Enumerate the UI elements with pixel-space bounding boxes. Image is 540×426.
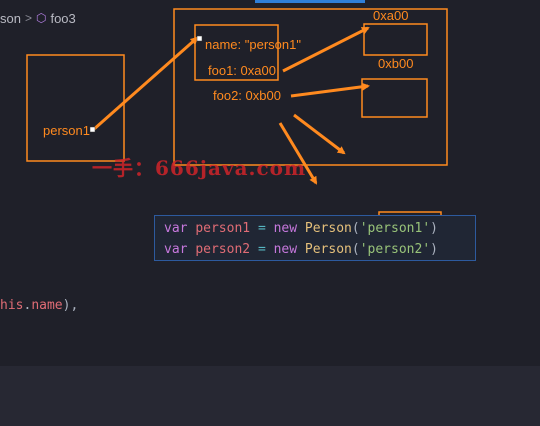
address-a-label: 0xa00 (373, 8, 409, 23)
arrow-person-to-object (92, 36, 199, 132)
code-line-2[interactable]: var person2 = new Person('person2') (164, 241, 438, 259)
foo2-prop-label: foo2: 0xb00 (213, 88, 281, 103)
code-line-1[interactable]: var person1 = new Person('person1') (164, 220, 438, 238)
heap-object-box (173, 8, 448, 166)
person-box-label: person1 (43, 123, 90, 138)
person-variable-box (26, 54, 125, 162)
watermark-text: 一手：666java.com (92, 156, 307, 180)
code-line-this-name[interactable]: his.name), (0, 298, 78, 313)
memory-box-0xb00 (361, 78, 428, 118)
arrow-down-right (293, 113, 346, 155)
address-b-label: 0xb00 (378, 56, 414, 71)
memory-box-0xa00 (363, 23, 428, 56)
foo1-prop-label: foo1: 0xa00 (208, 63, 276, 78)
name-prop-label: name: "person1" (205, 37, 301, 52)
arrow-foo2-to-0xb00 (290, 82, 370, 98)
